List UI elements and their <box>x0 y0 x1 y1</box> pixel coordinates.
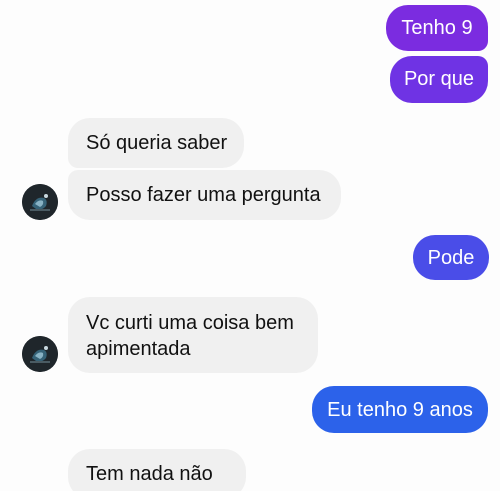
message-text: Pode <box>427 247 475 269</box>
sent-message-bubble[interactable]: Por que <box>390 56 488 103</box>
contact-avatar-icon[interactable] <box>22 184 58 220</box>
message-text: Tem nada não <box>86 463 213 485</box>
sent-message-bubble[interactable]: Eu tenho 9 anos <box>312 386 488 433</box>
received-message-bubble[interactable]: Tem nada não <box>68 449 246 491</box>
contact-avatar-icon[interactable] <box>22 336 58 372</box>
message-text: Eu tenho 9 anos <box>327 399 473 421</box>
received-message-bubble[interactable]: Só queria saber <box>68 118 244 168</box>
message-text: Vc curti uma coisa bem apimentada <box>86 312 294 360</box>
sent-message-bubble[interactable]: Tenho 9 <box>386 5 488 51</box>
message-text: Posso fazer uma pergunta <box>86 184 321 206</box>
chat-thread: Tenho 9 Por que Só queria saber Posso fa… <box>0 0 500 491</box>
message-text: Só queria saber <box>86 132 228 154</box>
received-message-bubble[interactable]: Posso fazer uma pergunta <box>68 170 341 220</box>
message-text: Tenho 9 <box>401 17 473 39</box>
message-text: Por que <box>403 68 475 90</box>
received-message-bubble[interactable]: Vc curti uma coisa bem apimentada <box>68 297 318 373</box>
sent-message-bubble[interactable]: Pode <box>413 235 489 280</box>
